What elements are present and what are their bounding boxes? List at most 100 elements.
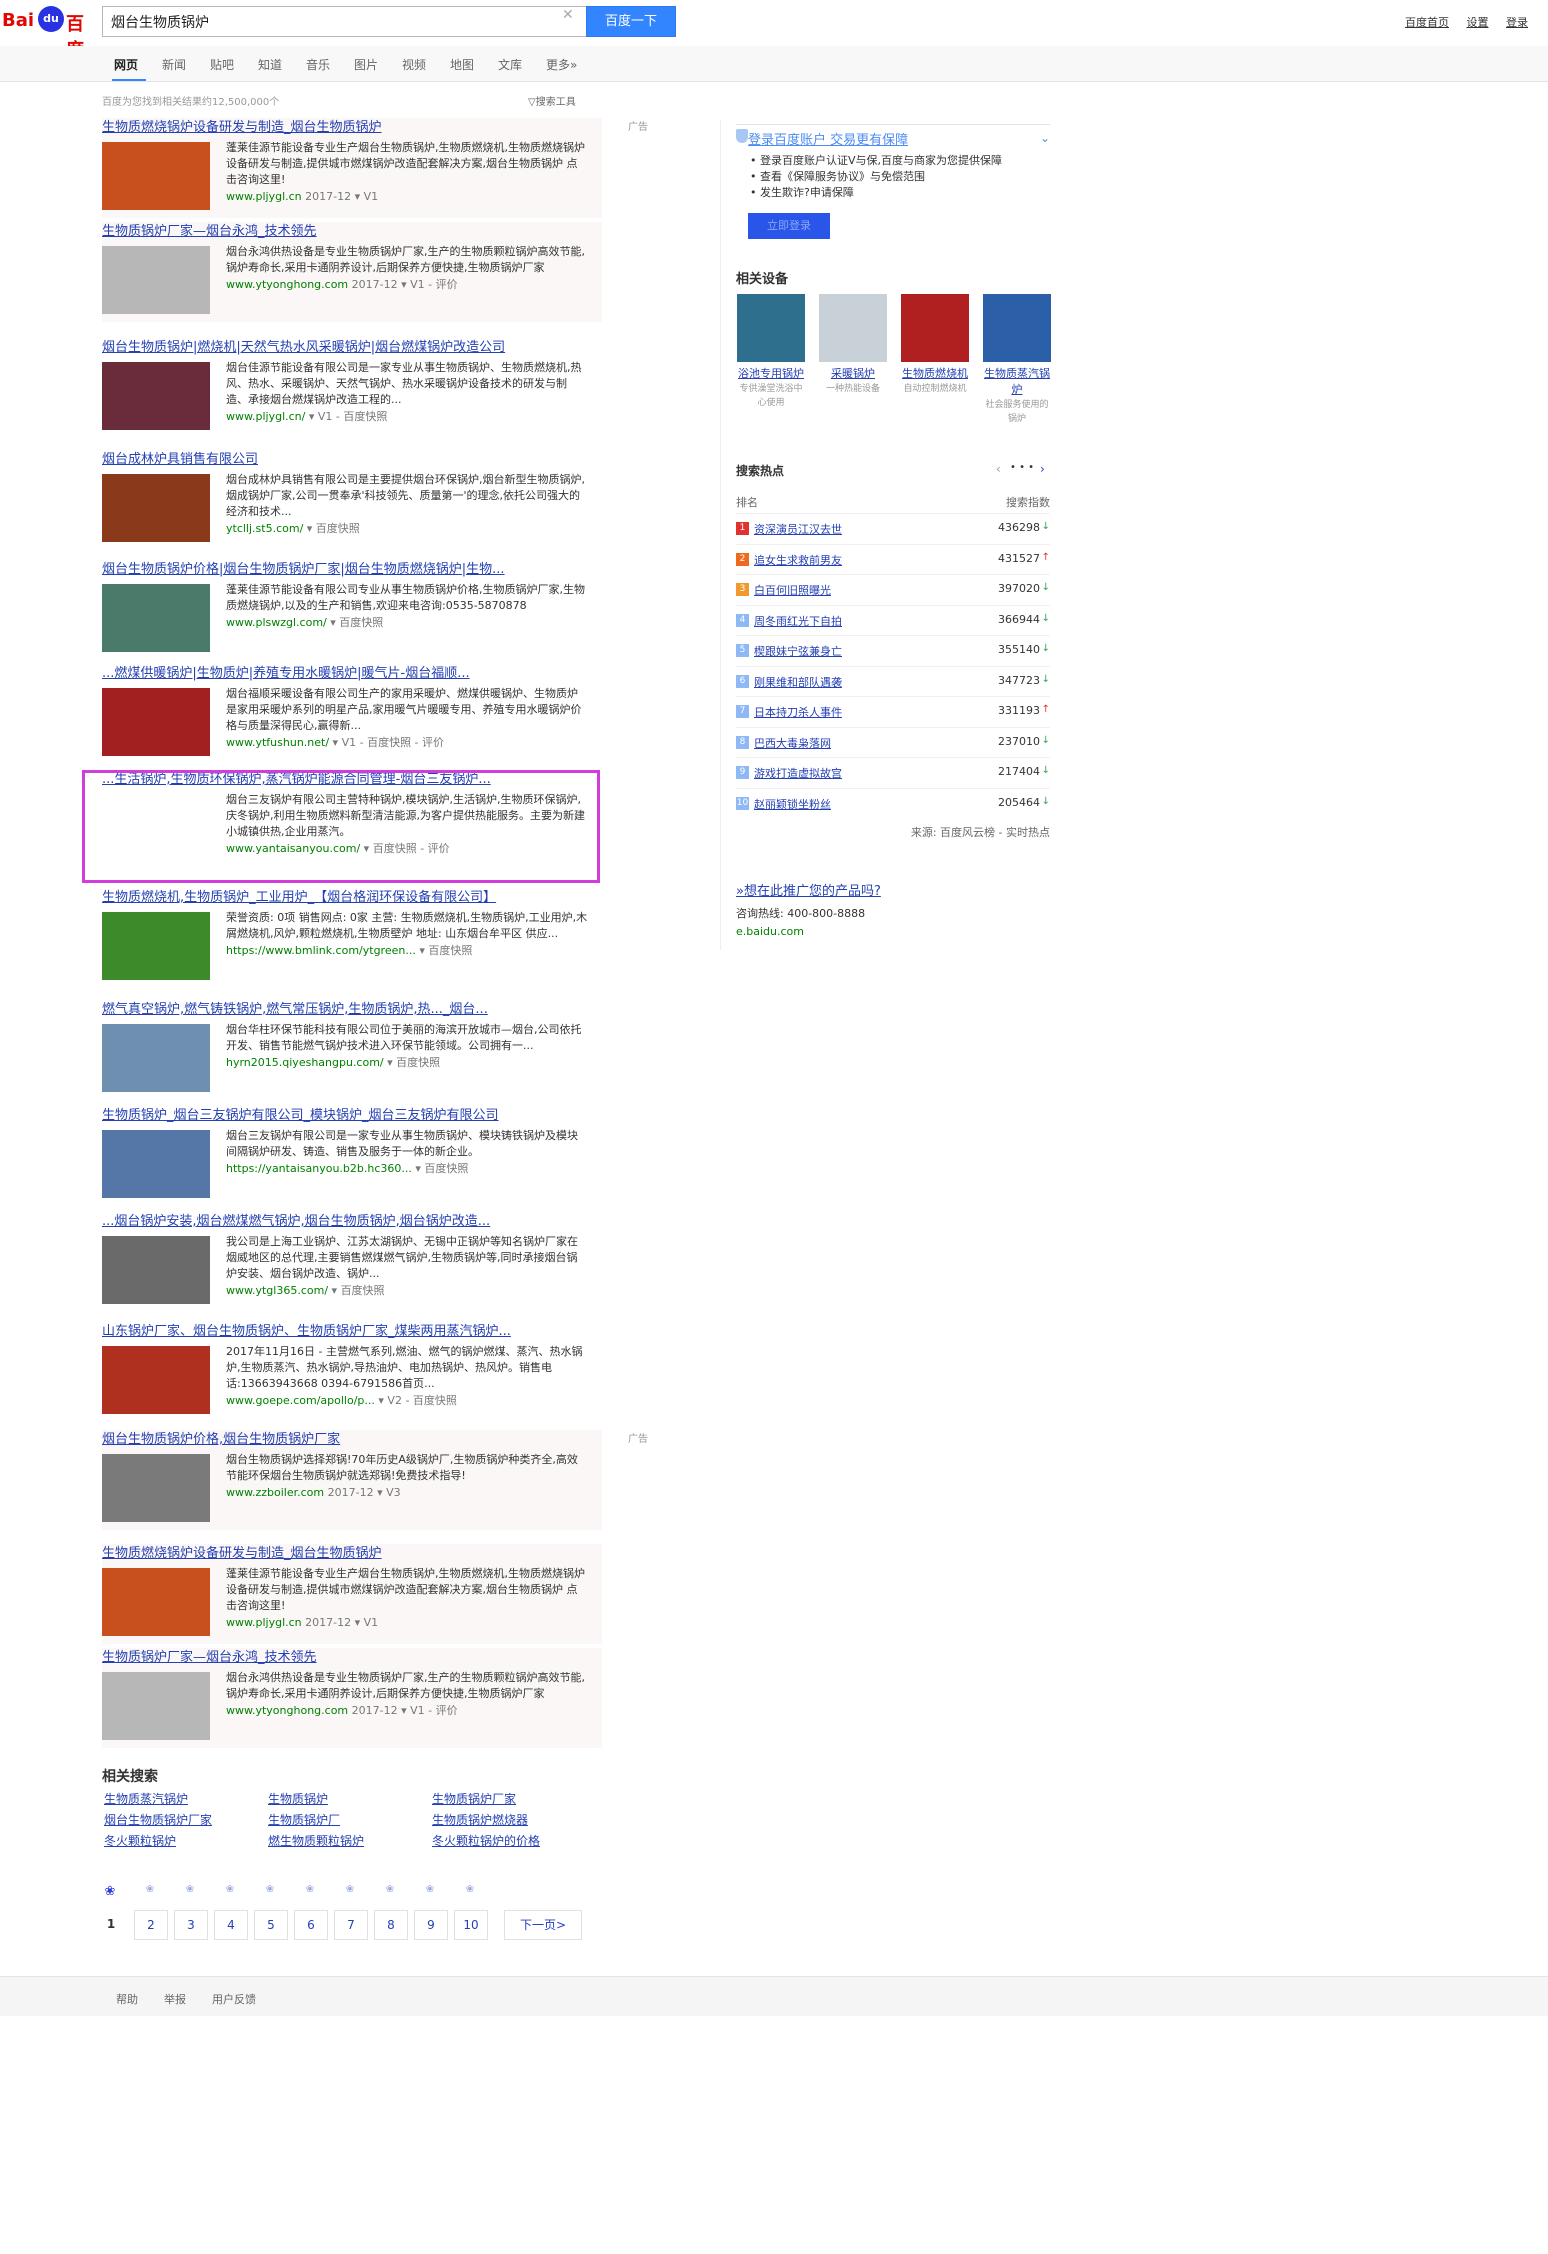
guarantee-title[interactable]: 登录百度账户 交易更有保障 bbox=[748, 129, 908, 148]
result-thumbnail[interactable] bbox=[102, 1024, 210, 1092]
source-url[interactable]: www.goepe.com/apollo/p... bbox=[226, 1394, 375, 1407]
hot-item[interactable]: 10 赵丽颖锁坐粉丝 205464 ↓ bbox=[736, 787, 1050, 818]
hot-item[interactable]: 9 游戏打造虚拟故宫 217404 ↓ bbox=[736, 757, 1050, 787]
footer-report[interactable]: 举报 bbox=[164, 1991, 186, 2007]
result-thumbnail[interactable] bbox=[102, 474, 210, 542]
source-extra[interactable]: V3 bbox=[386, 1486, 401, 1499]
hot-name[interactable]: 赵丽颖锁坐粉丝 bbox=[754, 796, 831, 812]
guarantee-line[interactable]: • 查看《保障服务协议》与免偿范围 bbox=[750, 169, 1002, 185]
tab-video[interactable]: 视频 bbox=[402, 56, 426, 73]
result-thumbnail[interactable] bbox=[102, 584, 210, 652]
search-tools-button[interactable]: ▽搜索工具 bbox=[528, 93, 576, 108]
equip-card[interactable]: 生物质蒸汽锅炉 社会服务使用的锅炉 bbox=[982, 294, 1052, 426]
source-url[interactable]: www.ytyonghong.com bbox=[226, 278, 348, 291]
hot-name[interactable]: 日本持刀杀人事件 bbox=[754, 704, 842, 720]
equip-card[interactable]: 采暖锅炉 一种热能设备 bbox=[818, 294, 888, 396]
tab-web[interactable]: 网页 bbox=[114, 56, 138, 73]
login-link[interactable]: 登录 bbox=[1506, 16, 1528, 29]
hot-name[interactable]: 追女生求救前男友 bbox=[754, 552, 842, 568]
guard-login-button[interactable]: 立即登录 bbox=[748, 213, 830, 239]
dropdown-icon[interactable]: ▾ bbox=[333, 736, 339, 749]
hot-item[interactable]: 4 周冬雨红光下自拍 366944 ↓ bbox=[736, 604, 1050, 635]
hot-item[interactable]: 5 楔跟妹宁弦兼身亡 355140 ↓ bbox=[736, 635, 1050, 665]
result-thumbnail[interactable] bbox=[102, 246, 210, 314]
page-button[interactable]: 6 bbox=[294, 1910, 328, 1940]
source-url[interactable]: www.pljygl.cn/ bbox=[226, 410, 305, 423]
result-title[interactable]: 烟台生物质锅炉|燃烧机|天然气热水风采暖锅炉|烟台燃煤锅炉改造公司 bbox=[102, 338, 602, 358]
hot-item[interactable]: 6 刚果维和部队遇袭 347723 ↓ bbox=[736, 665, 1050, 696]
related-search-link[interactable]: 生物质锅炉 bbox=[268, 1790, 328, 1807]
equip-card[interactable]: 浴池专用锅炉 专供澡堂洗浴中心使用 bbox=[736, 294, 806, 410]
dropdown-icon[interactable]: ▾ bbox=[415, 1162, 421, 1175]
footer-help[interactable]: 帮助 bbox=[116, 1991, 138, 2007]
dropdown-icon[interactable]: ▾ bbox=[330, 616, 336, 629]
hot-name[interactable]: 巴西大毒枭落网 bbox=[754, 735, 831, 751]
result-title[interactable]: 烟台生物质锅炉价格,烟台生物质锅炉厂家 bbox=[102, 1430, 602, 1450]
footer-feedback[interactable]: 用户反馈 bbox=[212, 1991, 256, 2007]
source-extra[interactable]: 百度快照 bbox=[341, 1284, 385, 1297]
prev-icon[interactable]: ‹ bbox=[996, 462, 1001, 476]
hot-name[interactable]: 白百何旧照曝光 bbox=[754, 582, 831, 598]
page-button[interactable]: 3 bbox=[174, 1910, 208, 1940]
equip-image[interactable] bbox=[983, 294, 1051, 362]
tab-more[interactable]: 更多» bbox=[546, 56, 577, 73]
source-url[interactable]: https://www.bmlink.com/ytgreen... bbox=[226, 944, 416, 957]
dropdown-icon[interactable]: ▾ bbox=[332, 1284, 338, 1297]
promo-link[interactable]: »想在此推广您的产品吗? bbox=[736, 880, 881, 899]
source-url[interactable]: www.ytfushun.net/ bbox=[226, 736, 329, 749]
equip-name[interactable]: 生物质蒸汽锅炉 bbox=[982, 366, 1052, 398]
source-url[interactable]: www.plswzgl.com/ bbox=[226, 616, 327, 629]
search-input[interactable] bbox=[103, 7, 543, 36]
hot-name[interactable]: 资深演员江汉去世 bbox=[754, 521, 842, 537]
result-title[interactable]: ...燃煤供暖锅炉|生物质炉|养殖专用水暖锅炉|暖气片-烟台福顺... bbox=[102, 664, 602, 684]
result-thumbnail[interactable] bbox=[102, 1454, 210, 1522]
source-extra[interactable]: 百度快照 bbox=[339, 616, 383, 629]
related-search-link[interactable]: 生物质锅炉厂 bbox=[268, 1811, 340, 1828]
result-thumbnail[interactable] bbox=[102, 1568, 210, 1636]
result-thumbnail[interactable] bbox=[102, 362, 210, 430]
result-title[interactable]: 生物质燃烧锅炉设备研发与制造_烟台生物质锅炉 bbox=[102, 118, 602, 138]
next-icon[interactable]: › bbox=[1040, 462, 1045, 476]
related-search-link[interactable]: 冬火颗粒锅炉 bbox=[104, 1832, 176, 1849]
hot-name[interactable]: 楔跟妹宁弦兼身亡 bbox=[754, 643, 842, 659]
equip-name[interactable]: 生物质燃烧机 bbox=[900, 366, 970, 382]
dropdown-icon[interactable]: ▾ bbox=[377, 1486, 383, 1499]
equip-name[interactable]: 采暖锅炉 bbox=[818, 366, 888, 382]
page-button[interactable]: 8 bbox=[374, 1910, 408, 1940]
page-button[interactable]: 5 bbox=[254, 1910, 288, 1940]
hot-item[interactable]: 1 资深演员江汉去世 436298 ↓ bbox=[736, 513, 1050, 543]
page-button[interactable]: 2 bbox=[134, 1910, 168, 1940]
source-extra[interactable]: 百度快照 bbox=[316, 522, 360, 535]
tab-map[interactable]: 地图 bbox=[450, 56, 474, 73]
result-thumbnail[interactable] bbox=[102, 142, 210, 210]
source-url[interactable]: https://yantaisanyou.b2b.hc360... bbox=[226, 1162, 412, 1175]
dropdown-icon[interactable]: ▾ bbox=[401, 278, 407, 291]
source-url[interactable]: ytcllj.st5.com/ bbox=[226, 522, 303, 535]
equip-card[interactable]: 生物质燃烧机 自动控制燃烧机 bbox=[900, 294, 970, 396]
search-button[interactable]: 百度一下 bbox=[586, 6, 676, 37]
result-title[interactable]: 生物质燃烧机,生物质锅炉_工业用炉_【烟台格润环保设备有限公司】 bbox=[102, 888, 602, 908]
tab-images[interactable]: 图片 bbox=[354, 56, 378, 73]
page-button[interactable]: 4 bbox=[214, 1910, 248, 1940]
guarantee-line[interactable]: • 发生欺诈?申请保障 bbox=[750, 185, 1002, 201]
equip-name[interactable]: 浴池专用锅炉 bbox=[736, 366, 806, 382]
hot-item[interactable]: 7 日本持刀杀人事件 331193 ↑ bbox=[736, 696, 1050, 726]
source-extra[interactable]: 百度快照 bbox=[424, 1162, 468, 1175]
tab-tieba[interactable]: 贴吧 bbox=[210, 56, 234, 73]
source-url[interactable]: hyrn2015.qiyeshangpu.com/ bbox=[226, 1056, 384, 1069]
hot-name[interactable]: 游戏打造虚拟故宫 bbox=[754, 765, 842, 781]
source-extra[interactable]: V1 - 评价 bbox=[410, 278, 458, 291]
result-thumbnail[interactable] bbox=[102, 912, 210, 980]
source-url[interactable]: www.pljygl.cn bbox=[226, 1616, 302, 1629]
page-button[interactable]: 10 bbox=[454, 1910, 488, 1940]
related-search-link[interactable]: 生物质锅炉燃烧器 bbox=[432, 1811, 528, 1828]
settings-link[interactable]: 设置 bbox=[1467, 16, 1489, 29]
source-extra[interactable]: V1 - 百度快照 bbox=[318, 410, 388, 423]
result-thumbnail[interactable] bbox=[102, 688, 210, 756]
tab-zhidao[interactable]: 知道 bbox=[258, 56, 282, 73]
result-title[interactable]: 生物质锅炉厂家—烟台永鸿_技术领先 bbox=[102, 222, 602, 242]
source-extra[interactable]: V1 - 百度快照 - 评价 bbox=[342, 736, 444, 749]
dropdown-icon[interactable]: ▾ bbox=[387, 1056, 393, 1069]
related-search-link[interactable]: 燃生物质颗粒锅炉 bbox=[268, 1832, 364, 1849]
result-thumbnail[interactable] bbox=[102, 1346, 210, 1414]
